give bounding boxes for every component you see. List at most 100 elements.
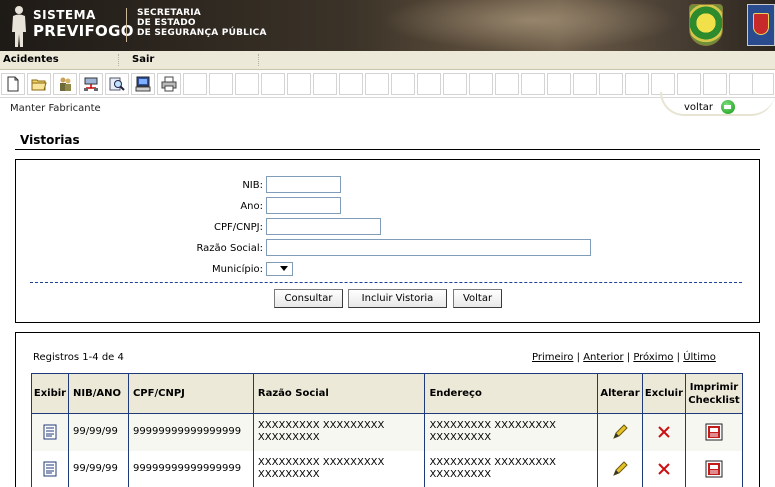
back-link-decoration	[660, 92, 775, 116]
table-header-row: Exibir NIB/ANO CPF/CNPJ Razão Social End…	[31, 373, 744, 414]
column-header-imprimir-checklist: Imprimir Checklist	[684, 373, 744, 414]
excluir-cell	[641, 450, 686, 487]
next-page-link[interactable]: Próximo	[633, 352, 673, 363]
results-table: Exibir NIB/ANO CPF/CNPJ Razão Social End…	[31, 373, 744, 487]
toolbar-slot	[625, 73, 649, 95]
toolbar-slot	[495, 73, 519, 95]
toolbar-slot	[183, 73, 207, 95]
nib-ano-cell: 99/99/99	[67, 450, 129, 487]
consultar-button[interactable]: Consultar	[274, 289, 343, 308]
menu-item-sair[interactable]: Sair	[132, 54, 154, 65]
header-divider	[126, 8, 127, 42]
cpf-cnpj-cell: 99999999999999999	[127, 413, 254, 451]
title-underline	[15, 149, 760, 150]
back-link[interactable]: voltar	[684, 102, 713, 113]
form-divider	[30, 282, 742, 283]
cpf-cnpj-label: CPF/CNPJ:	[214, 222, 263, 233]
last-page-link[interactable]: Último	[683, 352, 716, 363]
print-checklist-icon[interactable]	[704, 459, 724, 479]
razao-social-input[interactable]	[266, 239, 591, 256]
cpf-cnpj-input[interactable]	[266, 218, 381, 235]
search-button[interactable]	[105, 73, 129, 95]
alterar-cell	[597, 450, 643, 487]
incluir-vistoria-button[interactable]: Incluir Vistoria	[348, 289, 447, 308]
computer-button[interactable]	[131, 73, 155, 95]
toolbar-slot	[391, 73, 415, 95]
secretaria-line-3: DE SEGURANÇA PÚBLICA	[137, 28, 267, 38]
delete-x-icon[interactable]	[657, 462, 671, 476]
column-header-nib-ano: NIB/ANO	[67, 373, 129, 414]
table-row: 99/99/99 99999999999999999 XXXXXXXXX XXX…	[31, 450, 744, 487]
breadcrumb: Manter Fabricante	[10, 103, 101, 114]
alterar-cell	[597, 413, 643, 451]
menu-separator	[118, 54, 119, 66]
razao-social-cell: XXXXXXXXX XXXXXXXXX XXXXXXXXX	[252, 450, 426, 487]
column-header-razao-social: Razão Social	[252, 373, 426, 414]
printer-icon	[161, 76, 177, 92]
state-crest-logo	[689, 4, 723, 46]
page-title: Vistorias	[20, 133, 80, 147]
exibir-cell	[31, 450, 69, 487]
endereco-cell: XXXXXXXXX XXXXXXXXX XXXXXXXXX	[424, 413, 599, 451]
edit-pencil-icon[interactable]	[611, 460, 629, 478]
firefighter-icon	[12, 6, 26, 47]
razao-social-cell: XXXXXXXXX XXXXXXXXX XXXXXXXXX	[252, 413, 426, 451]
nib-label: NIB:	[242, 180, 263, 191]
toolbar-slot	[417, 73, 441, 95]
edit-pencil-icon[interactable]	[611, 423, 629, 441]
view-document-icon[interactable]	[43, 461, 57, 477]
previous-page-link[interactable]: Anterior	[583, 352, 623, 363]
secretaria-line-2: DE ESTADO	[137, 18, 196, 28]
column-header-cpf-cnpj: CPF/CNPJ	[127, 373, 254, 414]
back-link-area: voltar	[660, 92, 775, 118]
open-folder-button[interactable]	[27, 73, 51, 95]
toolbar-slot	[469, 73, 493, 95]
nib-ano-cell: 99/99/99	[67, 413, 129, 451]
toolbar	[0, 70, 775, 98]
column-header-alterar: Alterar	[597, 373, 643, 414]
toolbar-slot	[365, 73, 389, 95]
first-page-link[interactable]: Primeiro	[532, 352, 573, 363]
endereco-cell: XXXXXXXXX XXXXXXXXX XXXXXXXXX	[424, 450, 599, 487]
print-checklist-icon[interactable]	[704, 422, 724, 442]
toolbar-slot	[339, 73, 363, 95]
view-document-icon[interactable]	[43, 424, 57, 440]
cpf-cnpj-cell: 99999999999999999	[127, 450, 254, 487]
column-header-excluir: Excluir	[641, 373, 686, 414]
column-header-endereco: Endereço	[424, 373, 599, 414]
ano-label: Ano:	[240, 201, 263, 212]
municipio-select[interactable]	[266, 262, 293, 276]
back-arrow-icon[interactable]	[721, 100, 735, 114]
ano-input[interactable]	[266, 197, 341, 214]
delete-x-icon[interactable]	[657, 425, 671, 439]
app-header: SISTEMA PREVIFOGO SECRETARIA DE ESTADO D…	[0, 0, 775, 51]
print-button[interactable]	[157, 73, 181, 95]
new-document-button[interactable]	[1, 73, 25, 95]
computer-icon	[135, 76, 151, 92]
secretaria-line-1: SECRETARIA	[137, 8, 201, 18]
excluir-cell	[641, 413, 686, 451]
record-count: Registros 1-4 de 4	[33, 352, 124, 363]
toolbar-slot	[599, 73, 623, 95]
imprimir-cell	[684, 413, 744, 451]
network-button[interactable]	[79, 73, 103, 95]
secretaria-label: SECRETARIA DE ESTADO DE SEGURANÇA PÚBLIC…	[137, 8, 267, 38]
toolbar-slot	[573, 73, 597, 95]
toolbar-slot	[287, 73, 311, 95]
menu-separator	[258, 54, 259, 66]
menu-bar: Acidentes Sair	[0, 51, 775, 70]
toolbar-slot	[209, 73, 233, 95]
toolbar-slot	[313, 73, 337, 95]
voltar-button[interactable]: Voltar	[453, 289, 502, 308]
nib-input[interactable]	[266, 176, 341, 193]
new-document-icon	[7, 76, 19, 92]
toolbar-slot	[521, 73, 545, 95]
open-folder-icon	[31, 79, 47, 91]
header-background	[380, 0, 680, 51]
users-button[interactable]	[53, 73, 77, 95]
menu-item-acidentes[interactable]: Acidentes	[3, 54, 59, 65]
toolbar-slot	[235, 73, 259, 95]
network-icon	[84, 77, 98, 91]
imprimir-cell	[684, 450, 744, 487]
exibir-cell	[31, 413, 69, 451]
